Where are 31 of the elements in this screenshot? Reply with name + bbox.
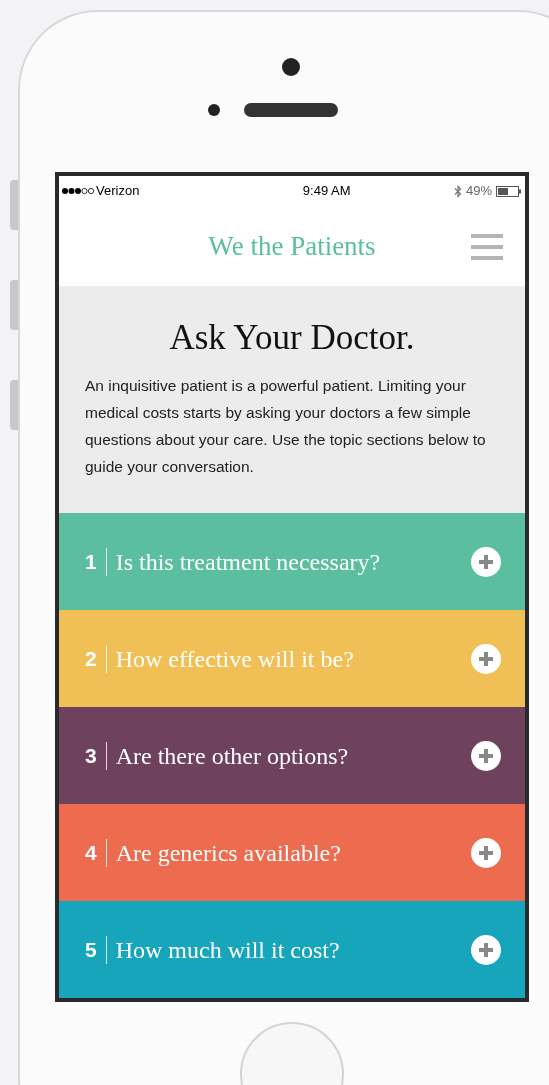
question-section[interactable]: 2 How effective will it be? <box>59 610 525 707</box>
page-title: Ask Your Doctor. <box>168 317 416 359</box>
bluetooth-icon <box>453 184 462 198</box>
signal-icon <box>62 187 94 195</box>
section-number: 3 <box>85 742 97 769</box>
question-text: How much will it cost? <box>115 935 341 965</box>
carrier-name: Verizon <box>96 182 140 201</box>
section-number: 1 <box>85 548 97 575</box>
question-section[interactable]: 3 Are there other options? <box>59 707 525 804</box>
section-number: 2 <box>85 645 97 672</box>
question-section[interactable]: 4 Are generics available? <box>59 804 525 901</box>
plus-circle-icon[interactable] <box>471 837 501 868</box>
plus-circle-icon[interactable] <box>471 546 501 577</box>
logo-text[interactable]: We the Patients <box>208 225 376 267</box>
question-text: Is this treatment necessary? <box>115 547 382 577</box>
intro-text: An inquisitive patient is a powerful patient. Limiting your medical costs starts by asking your doctors a few simple questions about your care. Use the topic sections below to guide your conversation. <box>85 376 487 477</box>
question-section[interactable]: 5 How much will it cost? <box>59 901 525 998</box>
camera <box>282 58 300 76</box>
plus-circle-icon[interactable] <box>471 934 501 965</box>
question-section[interactable]: 1 Is this treatment necessary? <box>59 513 525 610</box>
plus-circle-icon[interactable] <box>471 643 501 674</box>
battery-percent: 49% <box>465 182 492 201</box>
battery-icon <box>496 185 522 197</box>
question-text: Are there other options? <box>115 741 350 771</box>
menu-button[interactable] <box>471 233 503 261</box>
status-time: 9:49 AM <box>302 182 351 201</box>
section-number: 5 <box>85 936 97 963</box>
question-text: Are generics available? <box>115 838 342 868</box>
section-number: 4 <box>85 839 97 866</box>
question-text: How effective will it be? <box>115 644 355 674</box>
plus-circle-icon[interactable] <box>471 740 501 771</box>
